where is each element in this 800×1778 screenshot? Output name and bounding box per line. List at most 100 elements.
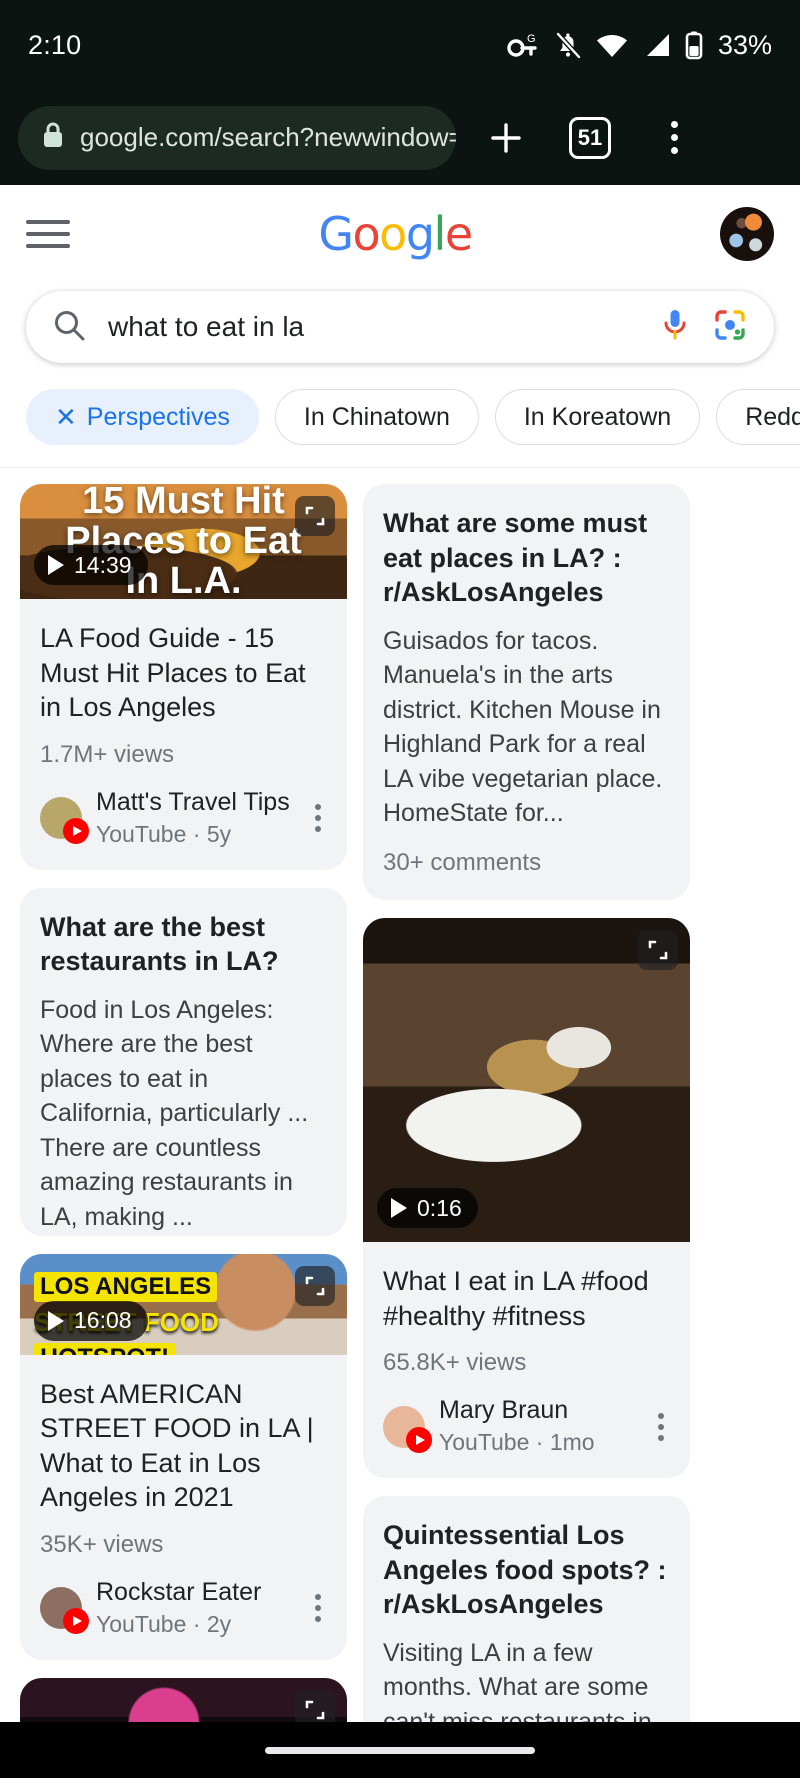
new-tab-button[interactable] (464, 103, 548, 173)
result-more-button[interactable] (309, 798, 327, 838)
video-duration-badge: 14:39 (34, 545, 148, 586)
search-icon (52, 308, 86, 347)
result-title[interactable]: Best AMERICAN STREET FOOD in LA | What t… (40, 1377, 327, 1515)
result-card-video-street-food[interactable]: LOS ANGELES STREET FOOD HOTSPOT! 16:08 B… (20, 1253, 347, 1660)
youtube-badge-icon (63, 818, 89, 845)
svg-text:G: G (527, 33, 536, 45)
result-snippet: Guisados for tacos. Manuela's in the art… (383, 626, 663, 828)
view-count: 1.7M+ views (40, 740, 175, 768)
notifications-off-icon (554, 30, 582, 60)
result-title[interactable]: Quintessential Los Angeles food spots? :… (383, 1518, 670, 1622)
chip-label: In Koreatown (523, 402, 672, 431)
source-subtitle: YouTube · 2y (96, 1610, 232, 1637)
logo-letter: l (433, 207, 447, 261)
video-thumbnail[interactable]: 0:16 (363, 917, 690, 1243)
view-count: 65.8K+ views (383, 1349, 527, 1377)
view-count: 35K+ views (40, 1530, 164, 1558)
card-body: Best AMERICAN STREET FOOD in LA | What t… (20, 1355, 347, 1660)
status-icon-group: G 33% (507, 30, 772, 61)
youtube-badge-icon (63, 1608, 89, 1635)
signal-cellular-icon (642, 32, 672, 58)
source-name: Mary Braun (439, 1396, 569, 1425)
google-lens-icon[interactable] (712, 307, 748, 348)
avatar[interactable] (719, 207, 774, 261)
video-thumbnail[interactable]: LOS ANGELES STREET FOOD HOTSPOT! 16:08 (20, 1253, 347, 1355)
chip-label: Reddit (745, 402, 800, 431)
result-more-button[interactable] (652, 1407, 670, 1447)
phone-screen: 2:10 G 33% google.com/search?newwindow=1… (0, 0, 800, 1778)
system-navigation-bar (0, 1722, 800, 1778)
battery-icon (685, 30, 703, 60)
tab-count-label: 51 (569, 116, 611, 159)
lock-icon (40, 120, 66, 155)
logo-letter: o (352, 207, 381, 261)
source-name: r/AskLosAngeles (439, 895, 638, 900)
close-x-icon[interactable]: ✕ (55, 404, 77, 430)
channel-avatar (40, 1587, 89, 1635)
expand-icon[interactable] (295, 1265, 335, 1306)
overlay-line: 15 Must Hit (82, 484, 285, 522)
video-thumbnail[interactable]: 15 Must Hit Places to Eat In L.A. 14:39 (20, 484, 347, 600)
channel-avatar (40, 797, 89, 845)
search-input[interactable]: what to eat in la (108, 311, 638, 343)
chip-label: In Chinatown (303, 402, 450, 431)
source-row: Matt's Travel Tips YouTube · 5y (40, 787, 327, 850)
source-subtitle: YouTube · 5y (96, 820, 232, 847)
result-title[interactable]: What are some must eat places in LA? : r… (383, 506, 670, 610)
browser-menu-button[interactable] (632, 103, 716, 173)
results-left-column: 15 Must Hit Places to Eat In L.A. 14:39 … (20, 484, 347, 1776)
chip-in-chinatown[interactable]: In Chinatown (274, 389, 479, 445)
play-icon (48, 1310, 64, 1331)
chip-perspectives[interactable]: ✕ Perspectives (26, 389, 259, 445)
video-duration-badge: 0:16 (377, 1188, 478, 1229)
chip-label: Perspectives (86, 402, 230, 431)
duration-text: 14:39 (74, 551, 132, 578)
card-body: LA Food Guide - 15 Must Hit Places to Ea… (20, 599, 347, 870)
logo-letter: e (444, 207, 473, 261)
expand-icon[interactable] (295, 496, 335, 536)
result-title[interactable]: What I eat in LA #food #healthy #fitness (383, 1264, 670, 1333)
source-name: Matt's Travel Tips (96, 787, 290, 816)
address-bar[interactable]: google.com/search?newwindow=1 (18, 105, 456, 170)
chip-reddit[interactable]: Reddit (716, 389, 800, 445)
expand-icon[interactable] (638, 929, 678, 970)
search-box[interactable]: what to eat in la (26, 291, 774, 363)
video-duration-badge: 16:08 (34, 1300, 148, 1341)
hamburger-menu-icon[interactable] (26, 214, 70, 254)
channel-avatar (383, 1405, 432, 1453)
home-gesture-handle[interactable] (265, 1746, 535, 1754)
logo-letter: g (405, 207, 435, 261)
results-right-column: What are some must eat places in LA? : r… (363, 484, 690, 1776)
play-icon (48, 555, 64, 576)
source-subtitle: YouTube · 1mo (439, 1429, 595, 1456)
wifi-icon (595, 32, 629, 58)
tab-switcher-button[interactable]: 51 (548, 103, 632, 173)
source-row: Mary Braun YouTube · 1mo (383, 1395, 670, 1458)
more-vertical-icon (670, 121, 678, 154)
result-more-button[interactable] (309, 1588, 327, 1628)
card-body: What are the best restaurants in LA? Foo… (20, 888, 347, 1236)
result-snippet: Food in Los Angeles: Where are the best … (40, 995, 309, 1231)
logo-letter: G (318, 207, 354, 261)
comment-count: 30+ comments (383, 848, 542, 876)
vpn-key-icon: G (507, 32, 541, 58)
result-card-video-what-i-eat[interactable]: 0:16 What I eat in LA #food #healthy #fi… (363, 917, 690, 1479)
source-text: Mary Braun YouTube · 1mo (439, 1395, 638, 1458)
chip-in-koreatown[interactable]: In Koreatown (494, 389, 701, 445)
result-card-reddit-must-eat[interactable]: What are some must eat places in LA? : r… (363, 484, 690, 900)
source-row: Rockstar Eater YouTube · 2y (40, 1577, 327, 1640)
source-row: r/AskLosAngeles Reddit · 1y (383, 895, 670, 900)
result-card-quora-best-restaurants[interactable]: What are the best restaurants in LA? Foo… (20, 887, 347, 1236)
result-card-video-la-food-guide[interactable]: 15 Must Hit Places to Eat In L.A. 14:39 … (20, 484, 347, 870)
battery-percent: 33% (717, 29, 772, 60)
duration-text: 16:08 (74, 1307, 132, 1334)
source-text: r/AskLosAngeles Reddit · 1y (439, 895, 638, 900)
result-title[interactable]: LA Food Guide - 15 Must Hit Places to Ea… (40, 621, 327, 725)
microphone-icon[interactable] (660, 307, 690, 348)
google-logo[interactable]: Google (318, 207, 473, 261)
card-body: What I eat in LA #food #healthy #fitness… (363, 1242, 690, 1478)
result-title[interactable]: What are the best restaurants in LA? (40, 910, 327, 979)
filter-chip-row[interactable]: ✕ Perspectives In Chinatown In Koreatown… (0, 363, 800, 467)
google-header: Google (0, 185, 800, 283)
search-area: what to eat in la (0, 283, 800, 363)
